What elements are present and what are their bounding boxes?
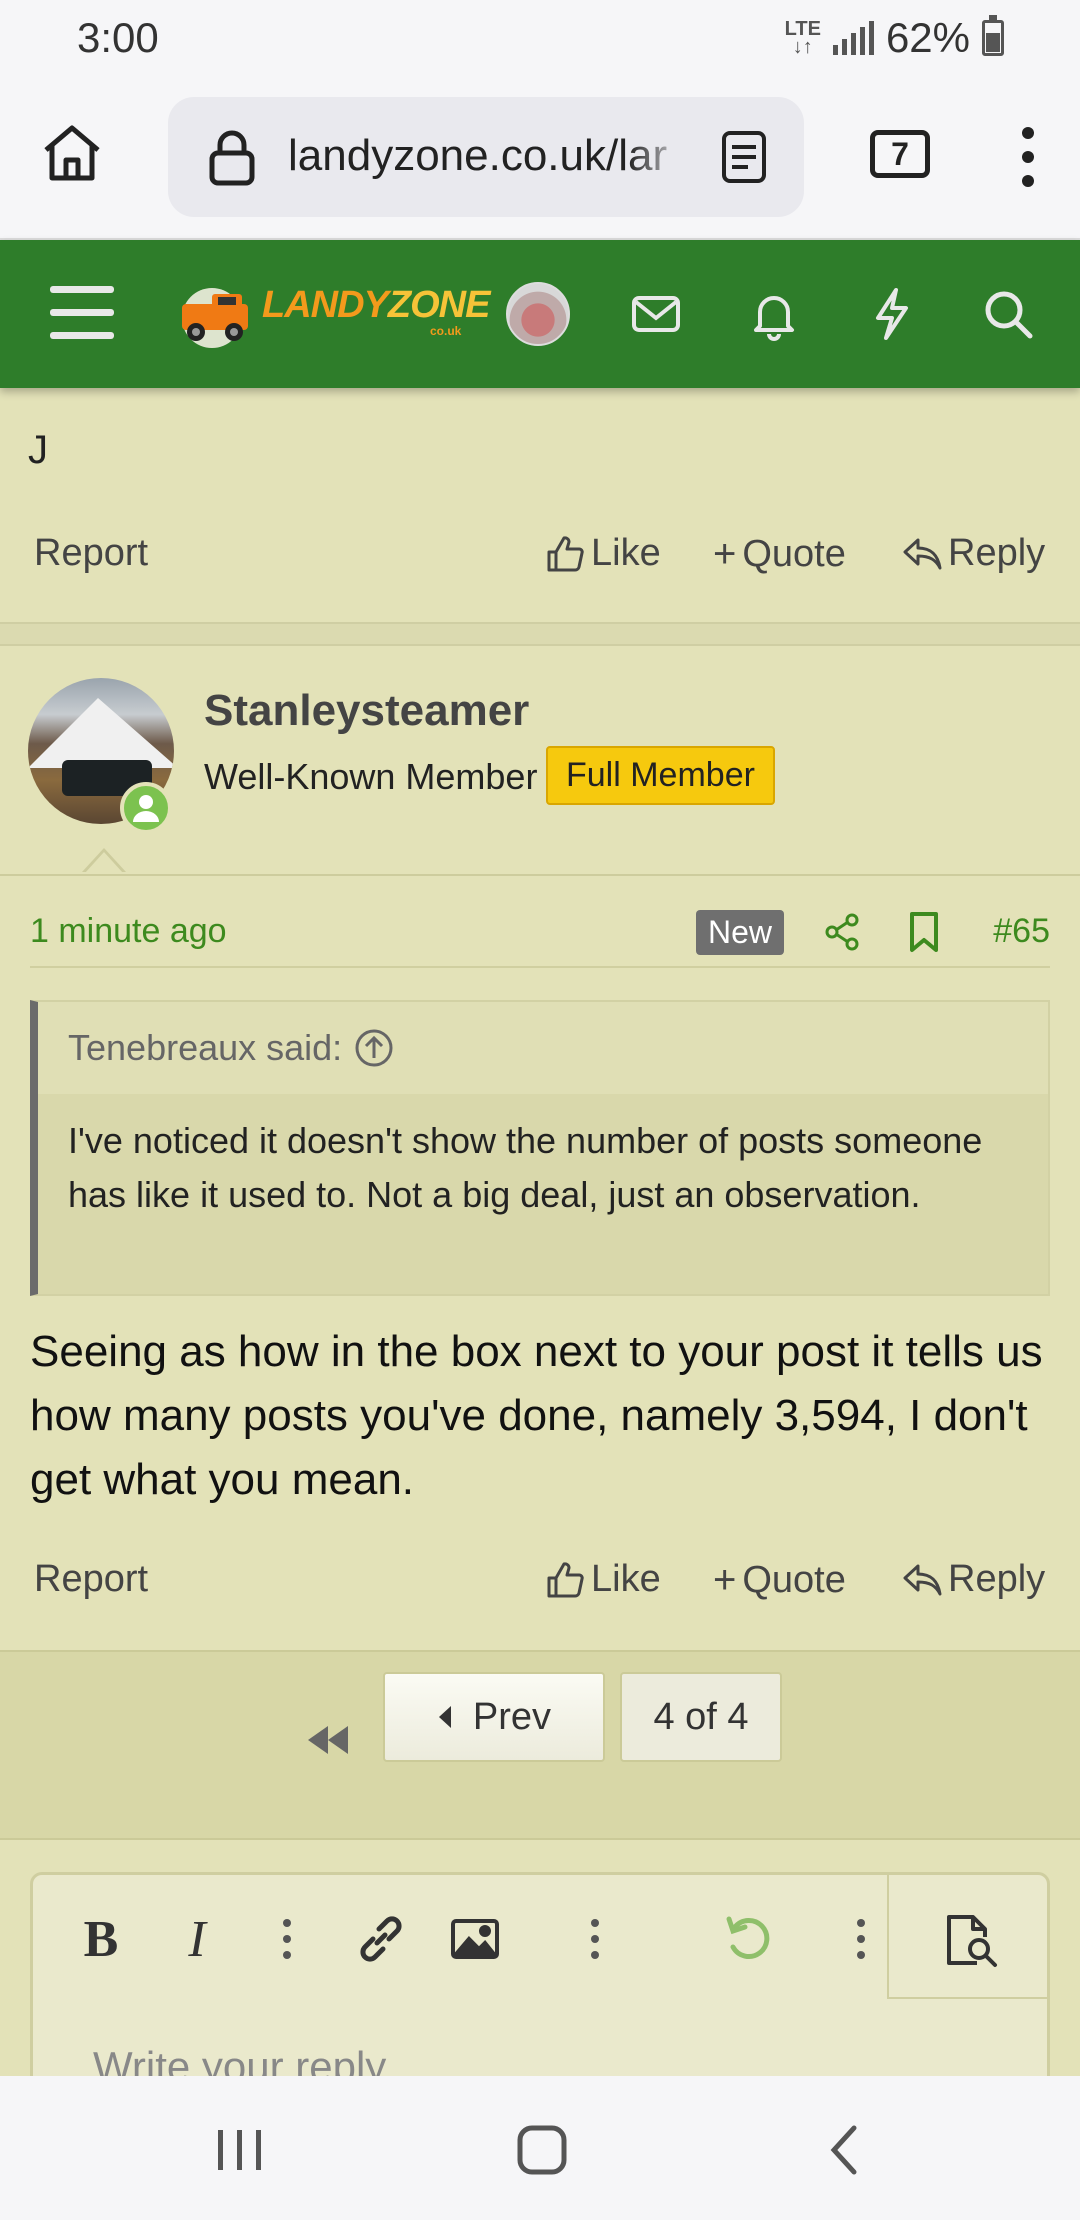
battery-icon <box>982 15 1004 56</box>
lock-icon <box>209 130 255 186</box>
tab-switcher-button[interactable]: 7 <box>870 130 930 178</box>
previous-post-actions: Report Like + Quote Reply <box>0 524 1080 584</box>
preview-icon <box>947 1915 997 1967</box>
battery-percent: 62% <box>885 14 970 61</box>
member-badge: Full Member <box>546 746 775 805</box>
quote-header[interactable]: Tenebreaux said: <box>38 1002 1048 1094</box>
pagination: Prev 4 of 4 <box>0 1650 1080 1840</box>
quote-block: Tenebreaux said: I've noticed it doesn't… <box>30 1000 1050 1296</box>
reply-icon <box>903 538 942 569</box>
post-meta: 1 minute ago New #65 <box>30 908 1050 968</box>
recent-apps-icon[interactable] <box>210 2122 270 2178</box>
network-type: LTE ↓↑ <box>784 18 821 58</box>
arrow-up-circle-icon[interactable] <box>354 1028 394 1068</box>
image-icon[interactable] <box>447 1911 503 1967</box>
reply-button[interactable]: Reply <box>902 532 1045 575</box>
status-time: 3:00 <box>77 14 159 61</box>
report-link[interactable]: Report <box>34 532 148 575</box>
like-button[interactable]: Like <box>545 1558 661 1601</box>
new-badge: New <box>696 910 785 955</box>
landrover-logo-icon <box>182 288 248 348</box>
url-text[interactable]: landyzone.co.uk/lar <box>288 131 688 181</box>
post-divider <box>0 622 1080 646</box>
post-actions: Report Like + Quote Reply <box>0 1550 1080 1610</box>
reply-icon <box>903 1564 942 1595</box>
online-status-icon <box>120 782 172 834</box>
more-options-icon[interactable] <box>1016 125 1040 189</box>
quote-author: Tenebreaux said: <box>68 1027 343 1068</box>
bookmark-icon[interactable] <box>902 910 946 954</box>
bold-icon[interactable]: B <box>73 1911 129 1968</box>
inbox-icon[interactable] <box>628 286 684 342</box>
quote-button[interactable]: + Quote <box>713 1558 846 1603</box>
italic-icon[interactable]: I <box>169 1911 225 1968</box>
thumbs-up-icon <box>547 1561 584 1597</box>
address-bar[interactable]: landyzone.co.uk/lar <box>168 97 804 217</box>
editor-toolbar: B I <box>33 1875 1047 1999</box>
status-right: LTE ↓↑ 62% <box>785 14 1004 62</box>
author-block: Stanleysteamer Well-Known Member Full Me… <box>0 646 1080 876</box>
post-body: Seeing as how in the box next to your po… <box>30 1327 1043 1504</box>
more-insert-options-icon[interactable] <box>567 1911 623 1967</box>
more-options-icon[interactable] <box>833 1911 889 1967</box>
quote-button[interactable]: + Quote <box>713 532 846 577</box>
page-indicator[interactable]: 4 of 4 <box>620 1672 782 1762</box>
post-time[interactable]: 1 minute ago <box>30 912 227 951</box>
status-bar: 3:00 LTE ↓↑ 62% <box>0 0 1080 80</box>
menu-icon[interactable] <box>50 284 114 342</box>
caret-left-icon <box>438 1706 451 1728</box>
reader-mode-icon[interactable] <box>716 129 772 185</box>
bolt-icon[interactable] <box>864 286 920 342</box>
post-number[interactable]: #65 <box>993 912 1050 951</box>
site-logo[interactable]: LANDYZONE co.uk <box>172 278 490 350</box>
prev-page-button[interactable]: Prev <box>383 1672 605 1762</box>
link-icon[interactable] <box>353 1911 409 1967</box>
preview-toggle[interactable] <box>887 1875 1047 1999</box>
browser-toolbar: landyzone.co.uk/lar 7 <box>0 80 1080 240</box>
home-icon[interactable] <box>40 120 104 184</box>
search-icon[interactable] <box>980 286 1036 342</box>
home-nav-icon[interactable] <box>512 2122 572 2178</box>
user-avatar[interactable] <box>506 282 570 346</box>
more-text-options-icon[interactable] <box>259 1911 315 1967</box>
author-name[interactable]: Stanleysteamer <box>204 686 529 736</box>
quote-text: I've noticed it doesn't show the number … <box>38 1094 1048 1294</box>
signal-icon <box>832 21 874 55</box>
report-link[interactable]: Report <box>34 1558 148 1601</box>
reply-button[interactable]: Reply <box>902 1558 1045 1601</box>
system-nav-bar <box>0 2076 1080 2220</box>
like-button[interactable]: Like <box>545 532 661 575</box>
thumbs-up-icon <box>547 535 584 571</box>
user-title: Well-Known Member <box>204 756 538 797</box>
share-icon[interactable] <box>820 910 864 954</box>
author-pointer-inner <box>85 852 123 873</box>
back-icon[interactable] <box>816 2122 876 2178</box>
undo-icon[interactable] <box>721 1911 777 1967</box>
first-page-icon[interactable] <box>300 1712 356 1768</box>
bell-icon[interactable] <box>746 286 802 342</box>
site-header: LANDYZONE co.uk <box>0 240 1080 388</box>
previous-post-text: J <box>28 428 48 472</box>
